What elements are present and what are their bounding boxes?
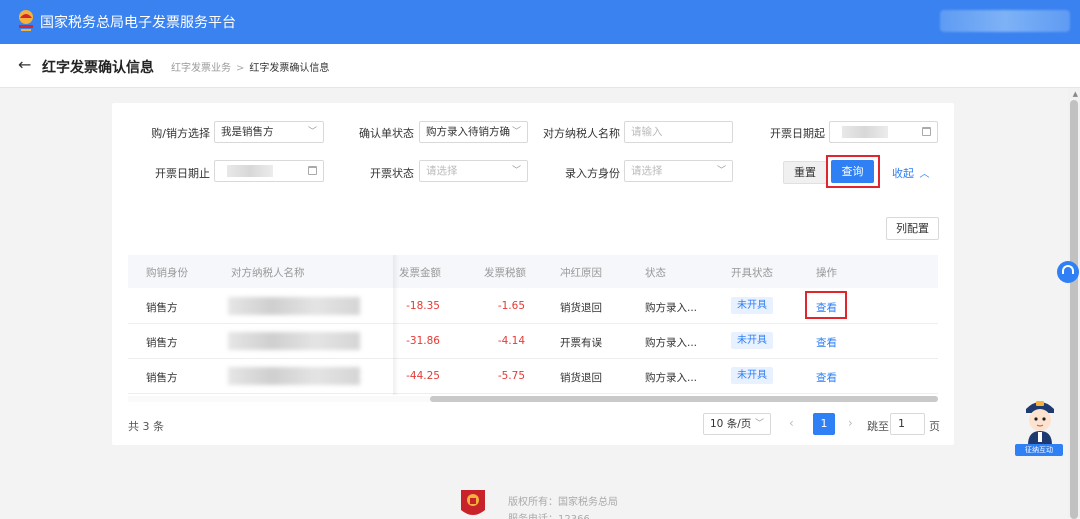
buy-sell-value: 我是销售方 <box>221 126 274 138</box>
buy-sell-label: 购/销方选择 <box>151 127 210 140</box>
fixed-column-shadow <box>393 255 399 395</box>
app-title: 国家税务总局电子发票服务平台 <box>40 15 236 31</box>
cell-reason: 销货退回 <box>560 302 602 314</box>
page-suffix: 页 <box>929 420 940 433</box>
chevron-down-icon: ﹀ <box>307 127 317 137</box>
breadcrumb: 红字发票业务 > 红字发票确认信息 <box>171 59 329 74</box>
jump-page-input[interactable]: 1 <box>890 413 925 435</box>
page-title: 红字发票确认信息 <box>42 60 154 76</box>
chevron-down-icon: ﹀ <box>511 166 521 176</box>
table-row[interactable]: 销售方 -44.25 -5.75 销货退回 购方录入... 未开具 查看 <box>128 359 938 394</box>
jump-label: 跳至 <box>867 420 889 433</box>
date-start-picker[interactable] <box>829 121 938 143</box>
table-header: 购销身份 对方纳税人名称 发票金额 发票税额 冲红原因 状态 开具状态 操作 <box>128 255 938 288</box>
view-link[interactable]: 查看 <box>816 370 837 385</box>
chevron-right-icon[interactable]: › <box>848 416 853 430</box>
cell-issue-status-badge: 未开具 <box>731 332 773 349</box>
cell-status: 购方录入... <box>645 337 698 349</box>
table-scrollbar-thumb[interactable] <box>430 396 938 402</box>
confirm-status-select[interactable]: 购方录入待销方确 ﹀ <box>419 121 528 143</box>
cell-identity: 销售方 <box>146 372 178 384</box>
cell-status: 购方录入... <box>645 302 698 314</box>
chevron-down-icon: ﹀ <box>754 419 764 429</box>
view-link[interactable]: 查看 <box>816 335 837 350</box>
column-header-identity: 购销身份 <box>146 267 188 279</box>
column-config-button[interactable]: 列配置 <box>886 217 939 240</box>
collapse-label: 收起 <box>892 167 914 180</box>
reset-button[interactable]: 重置 <box>783 161 827 184</box>
entry-identity-select[interactable]: 请选择 ﹀ <box>624 160 733 182</box>
tax-emblem-logo <box>19 10 33 31</box>
counterparty-name-label: 对方纳税人名称 <box>543 127 620 140</box>
entry-identity-placeholder: 请选择 <box>631 165 663 177</box>
cell-amount: -18.35 <box>406 300 440 312</box>
column-header-counterparty: 对方纳税人名称 <box>231 267 305 279</box>
calendar-icon <box>308 166 317 175</box>
cell-amount: -44.25 <box>406 370 440 382</box>
mascot-label[interactable]: 征纳互动 <box>1015 444 1063 456</box>
invoice-status-label: 开票状态 <box>370 167 414 180</box>
page-scrollbar-thumb[interactable] <box>1070 100 1078 519</box>
invoice-status-placeholder: 请选择 <box>426 165 458 177</box>
column-header-action: 操作 <box>816 267 837 279</box>
total-count: 共 3 条 <box>128 420 164 433</box>
top-bar: 国家税务总局电子发票服务平台 <box>0 0 1080 44</box>
footer-copyright: 版权所有：国家税务总局 <box>508 497 618 508</box>
cell-amount: -31.86 <box>406 335 440 347</box>
cell-issue-status-badge: 未开具 <box>731 367 773 384</box>
footer-phone: 服务电话：12366 <box>508 510 590 519</box>
cell-counterparty-redacted <box>228 297 360 315</box>
counterparty-name-placeholder: 请输入 <box>631 126 663 138</box>
cell-issue-status-badge: 未开具 <box>731 297 773 314</box>
counterparty-name-input[interactable]: 请输入 <box>624 121 733 143</box>
cell-counterparty-redacted <box>228 367 360 385</box>
headset-icon[interactable] <box>1057 261 1079 283</box>
date-end-picker[interactable] <box>214 160 324 182</box>
cell-status: 购方录入... <box>645 372 698 384</box>
cell-counterparty-redacted <box>228 332 360 350</box>
column-header-reason: 冲红原因 <box>560 267 602 279</box>
column-header-status: 状态 <box>645 267 666 279</box>
chevron-up-icon: ︿ <box>919 169 930 180</box>
column-header-issue-status: 开具状态 <box>731 267 773 279</box>
page-size-select[interactable]: 10 条/页 ﹀ <box>703 413 771 435</box>
view-link-highlight <box>805 291 847 319</box>
scroll-up-icon[interactable]: ▲ <box>1073 90 1078 98</box>
collapse-link[interactable]: 收起 ︿ <box>892 165 930 181</box>
page-number-current[interactable]: 1 <box>813 413 835 435</box>
date-start-value-redacted <box>842 126 888 138</box>
cell-reason: 开票有误 <box>560 337 602 349</box>
calendar-icon <box>922 127 931 136</box>
column-header-tax: 发票税额 <box>484 267 526 279</box>
table-row[interactable]: 销售方 -31.86 -4.14 开票有误 购方录入... 未开具 查看 <box>128 324 938 359</box>
query-button[interactable]: 查询 <box>831 160 874 183</box>
cell-tax: -1.65 <box>497 300 525 312</box>
date-end-value-redacted <box>227 165 273 177</box>
invoice-status-select[interactable]: 请选择 ﹀ <box>419 160 528 182</box>
chevron-left-icon[interactable]: ‹ <box>789 416 794 430</box>
cell-tax: -4.14 <box>497 335 525 347</box>
confirm-status-value: 购方录入待销方确 <box>426 126 510 138</box>
date-end-label: 开票日期止 <box>155 167 210 180</box>
cell-reason: 销货退回 <box>560 372 602 384</box>
page-header: ← 红字发票确认信息 红字发票业务 > 红字发票确认信息 <box>0 44 1080 88</box>
entry-identity-label: 录入方身份 <box>565 167 620 180</box>
page-size-value: 10 条/页 <box>710 418 752 430</box>
buy-sell-select[interactable]: 我是销售方 ﹀ <box>214 121 324 143</box>
tax-emblem-footer <box>461 490 485 515</box>
cell-identity: 销售方 <box>146 337 178 349</box>
cell-tax: -5.75 <box>497 370 525 382</box>
user-info[interactable] <box>940 10 1070 32</box>
chevron-down-icon: ﹀ <box>716 166 726 176</box>
breadcrumb-separator: > <box>236 63 245 74</box>
breadcrumb-item-current: 红字发票确认信息 <box>249 63 330 74</box>
breadcrumb-item-red-invoice[interactable]: 红字发票业务 <box>171 63 231 74</box>
back-arrow-icon[interactable]: ← <box>18 55 31 74</box>
cell-identity: 销售方 <box>146 302 178 314</box>
chevron-down-icon: ﹀ <box>511 127 521 137</box>
column-header-amount: 发票金额 <box>399 267 441 279</box>
confirm-status-label: 确认单状态 <box>359 127 414 140</box>
date-start-label: 开票日期起 <box>770 127 825 140</box>
